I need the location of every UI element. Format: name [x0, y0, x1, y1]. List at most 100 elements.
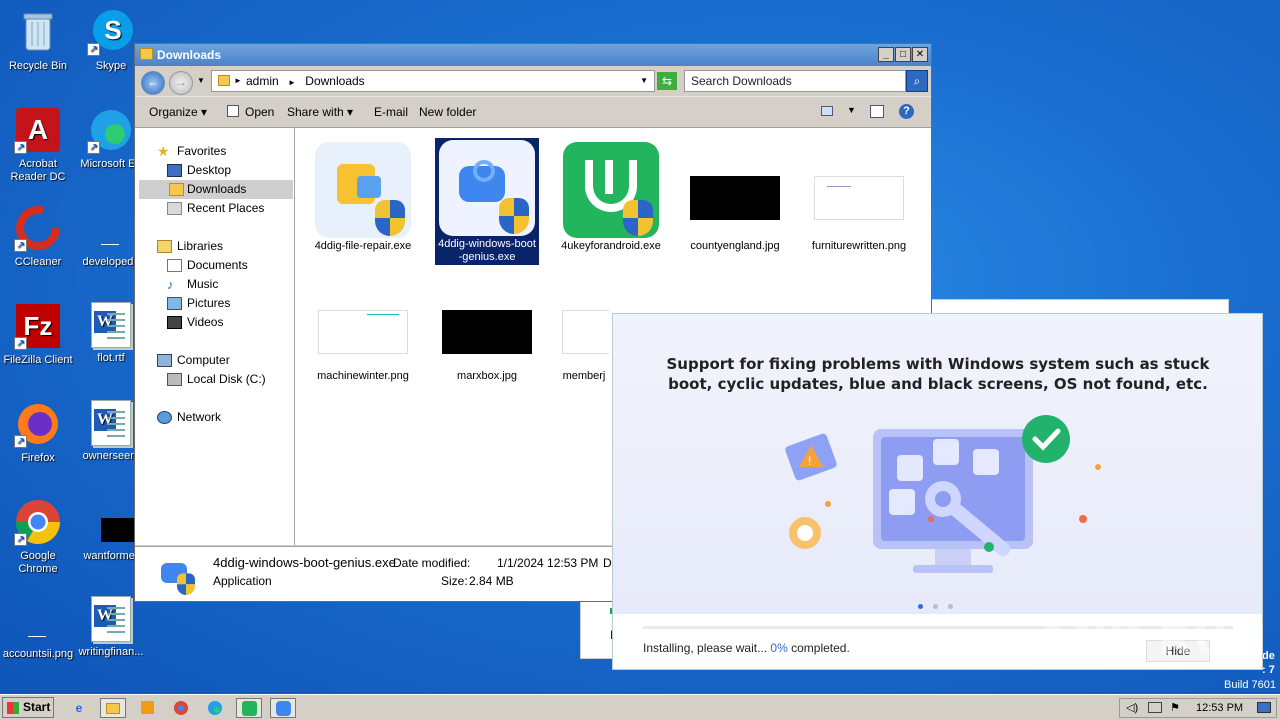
edge-icon: ↗ — [87, 106, 135, 154]
share-with-button[interactable]: Share with ▾ — [287, 105, 353, 119]
carousel-dot[interactable] — [918, 604, 923, 609]
chrome-icon: ↗ — [14, 498, 62, 546]
minimize-button[interactable]: _ — [878, 47, 894, 62]
nav-pictures[interactable]: Pictures — [167, 294, 230, 313]
recent-pages-chevron-icon[interactable]: ▼ — [197, 76, 205, 85]
install-status-suffix: completed. — [791, 641, 850, 655]
clock[interactable]: 12:53 PM — [1196, 699, 1243, 717]
installer-hero: Support for fixing problems with Windows… — [613, 314, 1262, 614]
start-button[interactable]: Start — [2, 697, 54, 718]
breadcrumb-downloads[interactable]: Downloads — [305, 74, 364, 88]
details-filename: 4ddig-windows-boot-genius.exe — [213, 555, 396, 570]
preview-pane-icon[interactable] — [870, 105, 884, 118]
close-button[interactable]: ✕ — [912, 47, 928, 62]
file-item[interactable]: countyengland.jpg — [683, 140, 787, 253]
address-bar[interactable]: ► admin ► Downloads ▼ — [211, 70, 655, 92]
ccleaner-shortcut[interactable]: ↗ CCleaner — [0, 204, 76, 269]
nav-network[interactable]: Network — [157, 408, 221, 427]
volume-icon[interactable]: ◁) — [1126, 699, 1138, 717]
show-desktop-icon[interactable] — [1257, 702, 1271, 713]
folder-icon — [106, 703, 120, 714]
search-input[interactable]: Search Downloads — [684, 70, 906, 92]
media-player-icon[interactable] — [134, 698, 160, 718]
file-item[interactable]: memberj — [559, 278, 609, 383]
file-icon — [87, 204, 135, 252]
view-options-icon[interactable] — [821, 106, 833, 116]
internet-explorer-icon[interactable]: e — [66, 698, 92, 718]
file-item[interactable]: 4ddig-file-repair.exe — [311, 140, 415, 253]
open-icon — [227, 105, 239, 117]
breadcrumb-arrow-icon[interactable]: ► — [288, 78, 296, 87]
corner-text-2: : 7 — [1262, 664, 1275, 676]
file-item[interactable]: marxbox.jpg — [435, 278, 539, 383]
uac-shield-icon — [499, 198, 529, 234]
word-document-icon: W — [91, 302, 131, 348]
view-dropdown-icon[interactable]: ▼ — [847, 105, 856, 115]
install-percent: 0% — [770, 641, 788, 655]
firefox-icon: ↗ — [14, 400, 62, 448]
command-bar: Organize ▾ Open Share with ▾ E-mail New … — [135, 96, 931, 126]
nav-downloads[interactable]: Downloads — [139, 180, 293, 199]
nav-recent-places[interactable]: Recent Places — [167, 199, 264, 218]
carousel-dot[interactable] — [948, 604, 953, 609]
4ukey-taskbar-icon[interactable] — [236, 698, 262, 718]
new-folder-button[interactable]: New folder — [419, 105, 476, 119]
chrome-shortcut[interactable]: ↗ Google Chrome — [0, 498, 76, 576]
address-dropdown-icon[interactable]: ▼ — [640, 71, 648, 91]
organize-button[interactable]: Organize ▾ — [149, 105, 207, 119]
back-button[interactable]: ← — [141, 71, 165, 95]
open-button[interactable]: Open — [245, 105, 274, 119]
libraries-icon — [157, 240, 172, 253]
file-item[interactable]: machinewinter.png — [311, 278, 415, 383]
image-thumbnail — [315, 280, 411, 376]
chrome-label: Google Chrome — [18, 550, 58, 575]
writingfinan-file[interactable]: W writingfinan... — [73, 596, 149, 659]
nav-music[interactable]: ♪ Music — [167, 275, 218, 294]
action-center-flag-icon[interactable]: ⚑ — [1170, 699, 1180, 717]
chrome-taskbar-icon[interactable] — [168, 698, 194, 718]
music-icon: ♪ — [167, 277, 174, 292]
4ukey-android-icon — [563, 142, 659, 238]
breadcrumb-arrow-icon[interactable]: ► — [234, 71, 242, 91]
folder-icon — [140, 48, 153, 60]
nav-desktop[interactable]: Desktop — [167, 161, 231, 180]
nav-computer[interactable]: Computer — [157, 351, 230, 370]
details-date-label: Date modified: — [393, 556, 471, 570]
help-icon[interactable]: ? — [899, 104, 914, 119]
explorer-title-bar[interactable]: Downloads _ □ ✕ — [135, 44, 931, 66]
recycle-bin-icon[interactable]: Recycle Bin — [0, 8, 76, 73]
carousel-dot[interactable] — [933, 604, 938, 609]
email-button[interactable]: E-mail — [374, 105, 408, 119]
nav-documents[interactable]: Documents — [167, 256, 248, 275]
edge-taskbar-icon[interactable] — [202, 698, 228, 718]
acrobat-reader-shortcut[interactable]: A ↗ Acrobat Reader DC — [0, 106, 76, 184]
image-thumbnail — [559, 280, 609, 376]
word-document-icon: W — [91, 400, 131, 446]
computer-icon — [157, 354, 172, 367]
network-tray-icon[interactable] — [1148, 702, 1162, 713]
file-name: furniturewritten.png — [811, 240, 907, 252]
firefox-shortcut[interactable]: ↗ Firefox — [0, 400, 76, 465]
file-item-selected[interactable]: 4ddig-windows-boot-genius.exe — [435, 138, 539, 265]
refresh-button[interactable]: ⇆ — [657, 72, 677, 90]
explorer-taskbar-button[interactable] — [100, 698, 126, 718]
file-item[interactable]: 4ukeyforandroid.exe — [559, 140, 663, 253]
file-item[interactable]: furniturewritten.png — [807, 140, 911, 253]
breadcrumb-admin[interactable]: admin — [246, 74, 279, 88]
nav-local-disk[interactable]: Local Disk (C:) — [167, 370, 266, 389]
windows-logo-icon — [7, 702, 19, 714]
nav-favorites[interactable]: ★ Favorites — [157, 142, 226, 161]
svg-text:!: ! — [808, 454, 811, 468]
firefox-label: Firefox — [21, 452, 55, 464]
explorer-title: Downloads — [157, 48, 222, 62]
nav-libraries[interactable]: Libraries — [157, 237, 223, 256]
installer-taskbar-icon[interactable] — [270, 698, 296, 718]
nav-videos[interactable]: Videos — [167, 313, 223, 332]
maximize-button[interactable]: □ — [895, 47, 911, 62]
accountsii-file[interactable]: accountsii.png — [0, 596, 76, 661]
search-icon[interactable]: ⌕ — [906, 70, 928, 92]
forward-button[interactable]: → — [169, 71, 193, 95]
filezilla-shortcut[interactable]: Fz ↗ FileZilla Client — [0, 302, 76, 367]
details-size-label: Size: — [441, 574, 468, 588]
taskbar: Start e ◁) ⚑ 12:53 PM — [0, 694, 1280, 720]
